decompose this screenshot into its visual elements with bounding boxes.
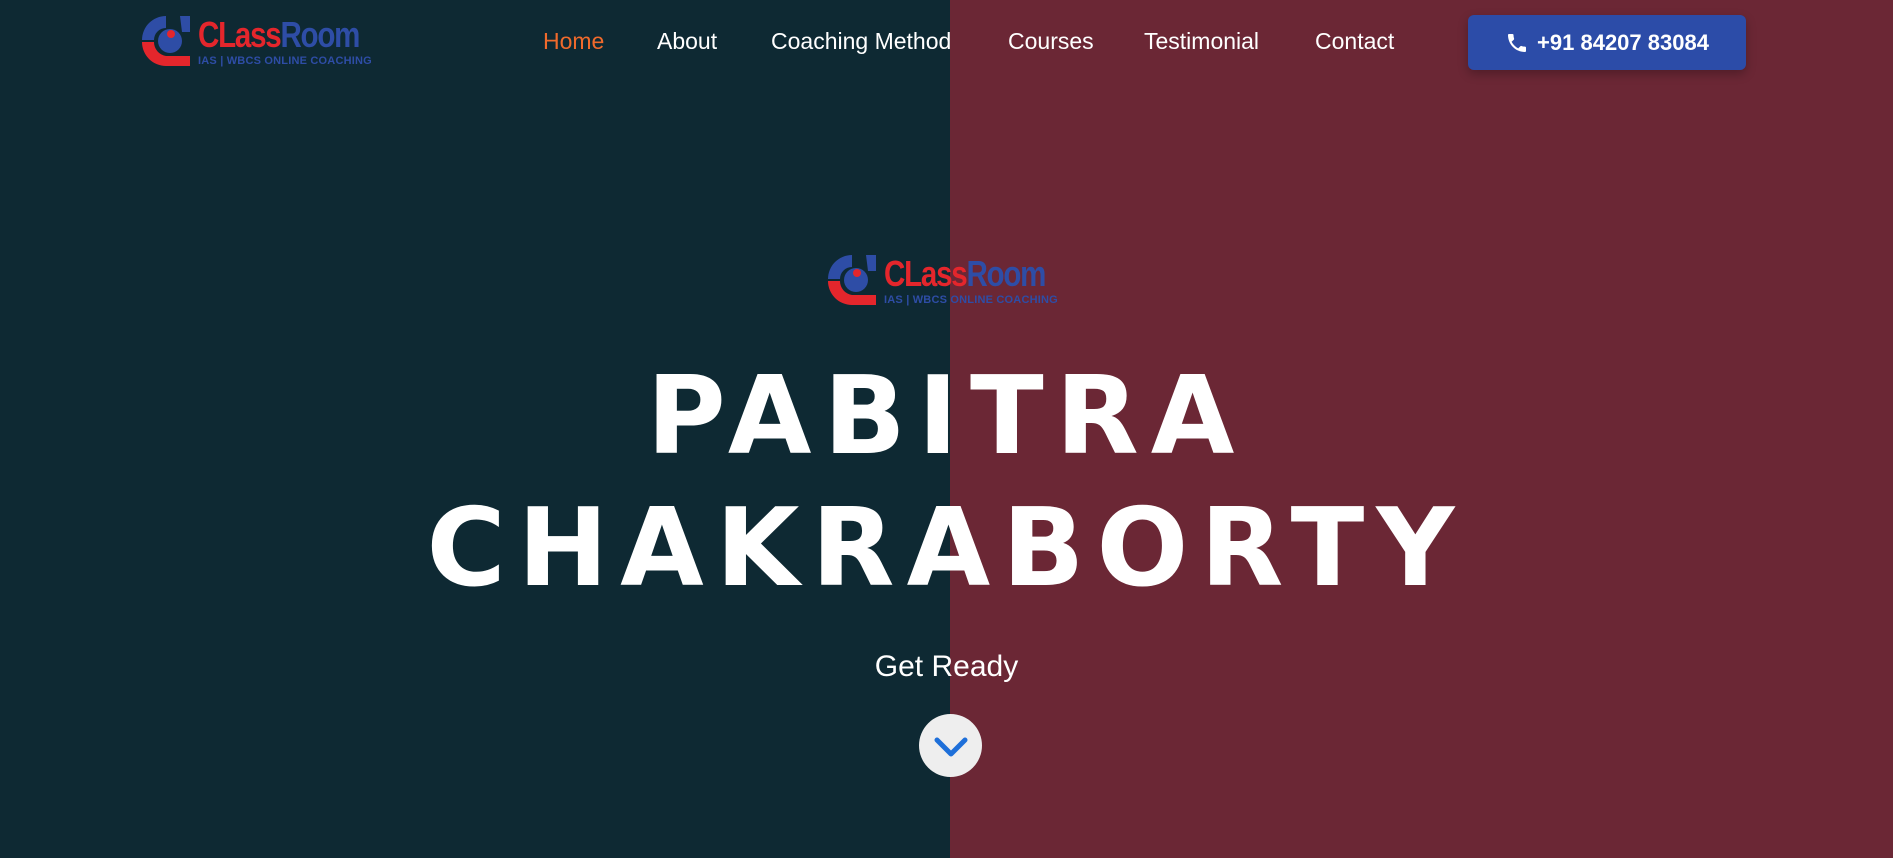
nav-about[interactable]: About	[657, 28, 717, 55]
nav-home[interactable]: Home	[543, 28, 604, 55]
nav-coaching-method[interactable]: Coaching Method	[771, 28, 951, 55]
phone-icon	[1508, 33, 1527, 52]
chevron-down-icon	[934, 737, 967, 756]
logo-subtitle: IAS | WBCS ONLINE COACHING	[884, 293, 1058, 306]
classroom-logo-icon	[828, 255, 876, 305]
site-header: CLassRoom IAS | WBCS ONLINE COACHING Hom…	[0, 0, 1893, 84]
hero-name-last: CHAKRABORTY	[426, 486, 1467, 611]
nav-courses[interactable]: Courses	[1008, 28, 1094, 55]
logo-wordmark: CLassRoom IAS | WBCS ONLINE COACHING	[884, 252, 1081, 306]
hero-logo: CLassRoom IAS | WBCS ONLINE COACHING	[826, 249, 1081, 311]
phone-number-label: +91 84207 83084	[1537, 29, 1709, 55]
hero-name-first: PABITRA	[646, 354, 1247, 479]
nav-testimonial[interactable]: Testimonial	[1144, 28, 1259, 55]
logo-title: CLassRoom	[884, 252, 1046, 294]
hero-tagline: Get Ready	[874, 650, 1019, 683]
phone-call-button[interactable]: +91 84207 83084	[1468, 15, 1746, 70]
scroll-down-button[interactable]	[919, 714, 982, 777]
nav-contact[interactable]: Contact	[1315, 28, 1394, 55]
